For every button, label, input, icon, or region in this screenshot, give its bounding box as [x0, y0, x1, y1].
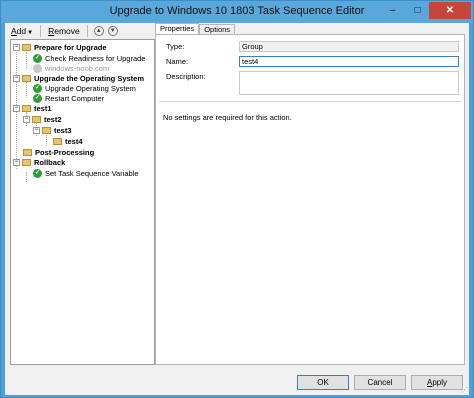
minimize-button[interactable]: –	[381, 2, 404, 19]
folder-icon	[32, 115, 41, 123]
dialog-buttons: OK Cancel Apply ⋰	[5, 371, 469, 395]
tree-connector	[26, 82, 27, 98]
move-up-icon[interactable]: ▲	[93, 26, 104, 36]
tree-group-test4[interactable]: test4	[53, 136, 83, 146]
collapse-icon[interactable]: −	[33, 126, 40, 134]
tree-group-upgrade-os[interactable]: − Upgrade the Operating System	[13, 73, 144, 83]
tree-step-restart[interactable]: ✓ Restart Computer	[33, 93, 104, 103]
tree-label: Post-Processing	[35, 147, 95, 157]
tree-step-upgrade-os[interactable]: ✓ Upgrade Operating System	[33, 83, 136, 93]
type-value: Group	[239, 41, 459, 52]
name-label: Name:	[166, 57, 189, 66]
description-label: Description:	[166, 72, 206, 81]
check-icon: ✓	[33, 83, 42, 93]
tree-label: Restart Computer	[45, 93, 105, 103]
collapse-icon[interactable]: −	[13, 43, 20, 51]
folder-icon	[22, 74, 31, 82]
check-icon: ✓	[33, 53, 42, 63]
cancel-button[interactable]: Cancel	[354, 375, 406, 390]
add-button[interactable]: Add▼	[9, 26, 35, 36]
properties-panel: Type: Group Name: test4 Description: No …	[155, 34, 465, 365]
check-icon: ✓	[33, 93, 42, 103]
close-button[interactable]: ✕	[429, 2, 471, 19]
tree-group-test1[interactable]: − test1	[13, 103, 52, 113]
tree-label: test1	[34, 103, 52, 113]
name-field[interactable]: test4	[239, 56, 459, 67]
disabled-step-icon	[33, 63, 42, 73]
tree-label: windows-noob.com	[45, 63, 110, 73]
tree-label: test4	[65, 136, 83, 146]
folder-icon	[22, 104, 31, 112]
toolbar-divider	[86, 25, 88, 37]
tree-connector	[26, 172, 27, 182]
tree-label: Check Readiness for Upgrade	[45, 53, 146, 63]
tree-step-set-variable[interactable]: ✓ Set Task Sequence Variable	[33, 168, 139, 178]
no-settings-message: No settings are required for this action…	[163, 113, 292, 122]
tree-step-windows-noob[interactable]: windows-noob.com	[33, 63, 109, 73]
add-label: dd	[16, 26, 27, 36]
apply-label: pply	[432, 378, 448, 387]
type-label: Type:	[166, 42, 185, 51]
collapse-icon[interactable]: −	[23, 115, 30, 123]
tree-label: Set Task Sequence Variable	[45, 168, 139, 178]
check-icon: ✓	[33, 168, 42, 178]
tree-label: Prepare for Upgrade	[34, 42, 107, 52]
toolbar: Add▼ Remove ▲ ▼	[5, 23, 155, 39]
move-down-icon[interactable]: ▼	[107, 26, 118, 36]
tree-label: test2	[44, 114, 62, 124]
tree-label: test3	[54, 125, 72, 135]
tree-label: Upgrade Operating System	[45, 83, 136, 93]
task-sequence-tree[interactable]: − Prepare for Upgrade ✓ Check Readiness …	[10, 39, 155, 365]
tree-group-test3[interactable]: − test3	[33, 125, 72, 135]
folder-icon	[53, 137, 62, 145]
remove-label: emove	[54, 26, 80, 36]
folder-icon	[23, 148, 32, 156]
tree-connector	[26, 52, 27, 68]
folder-icon	[22, 43, 31, 51]
editor-window: Upgrade to Windows 10 1803 Task Sequence…	[0, 0, 474, 398]
tree-group-test2[interactable]: − test2	[23, 114, 62, 124]
tree-group-rollback[interactable]: − Rollback	[13, 157, 65, 167]
tree-group-post-processing[interactable]: Post-Processing	[23, 147, 94, 157]
collapse-icon[interactable]: −	[13, 158, 20, 166]
client-area: Add▼ Remove ▲ ▼ − Prepare for Upgrade ✓	[5, 23, 469, 395]
chevron-down-icon: ▼	[27, 30, 34, 36]
tree-label: Rollback	[34, 157, 66, 167]
remove-button[interactable]: Remove	[46, 26, 82, 36]
collapse-icon[interactable]: −	[13, 104, 20, 112]
tree-label: Upgrade the Operating System	[34, 73, 145, 83]
panel-divider	[159, 101, 461, 102]
ok-button[interactable]: OK	[297, 375, 349, 390]
apply-button[interactable]: Apply	[411, 375, 463, 390]
folder-icon	[22, 158, 31, 166]
tree-group-prepare[interactable]: − Prepare for Upgrade	[13, 42, 107, 52]
collapse-icon[interactable]: −	[13, 74, 20, 82]
maximize-button[interactable]: □	[406, 2, 429, 19]
title-bar[interactable]: Upgrade to Windows 10 1803 Task Sequence…	[1, 1, 473, 23]
tree-step-check-readiness[interactable]: ✓ Check Readiness for Upgrade	[33, 53, 145, 63]
folder-icon	[42, 126, 51, 134]
resize-grip-icon[interactable]: ⋰	[461, 386, 468, 394]
toolbar-divider	[40, 25, 42, 37]
description-field[interactable]	[239, 71, 459, 95]
